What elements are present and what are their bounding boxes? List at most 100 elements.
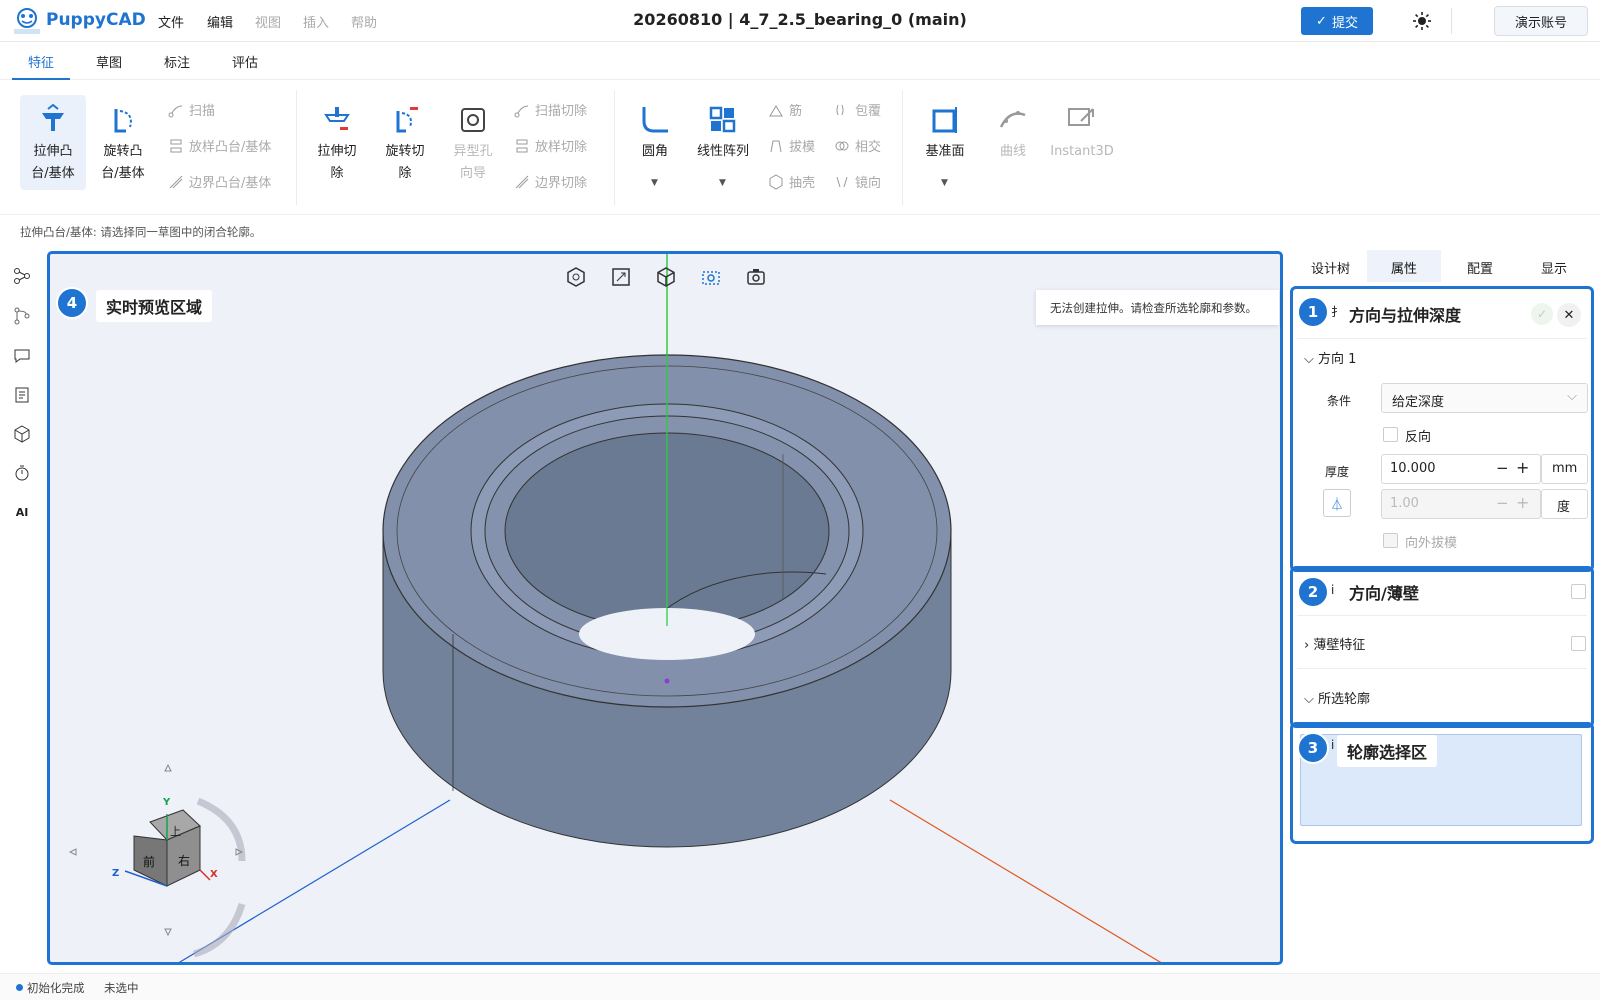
curve-button[interactable]: 曲线 [980,103,1046,163]
cube-icon[interactable] [12,424,32,444]
direction1-toggle[interactable]: ⌵ 方向 1 [1304,348,1356,367]
increment-icon[interactable]: + [1516,493,1529,512]
sweep-button[interactable]: 扫描 [168,100,215,119]
x-axis-line [889,799,1162,962]
linear-pattern-icon [709,106,736,133]
draft-outward-checkbox[interactable] [1383,533,1398,548]
tab-design-tree[interactable]: 设计树 [1311,258,1350,277]
boundary-cut-label: 边界切除 [535,176,588,191]
view-cube-right-label[interactable]: 右 [178,852,190,869]
tab-features[interactable]: 特征 [28,52,54,71]
ref-plane-dropdown-icon[interactable]: ▼ [941,178,948,188]
hole-wizard-button[interactable]: 异型孔 向导 [440,103,506,185]
loft-boss-button[interactable]: 放样凸台/基体 [168,136,271,155]
menu-help[interactable]: 帮助 [351,12,377,31]
submit-label: 提交 [1331,15,1358,31]
account-button[interactable]: 演示账号 [1494,6,1588,36]
instant3d-button[interactable]: Instant3D [1046,103,1118,163]
view-cube-front-label[interactable]: 前 [143,853,155,870]
app-logo [14,8,40,34]
depth-input[interactable]: 10.000 − + [1381,454,1541,484]
increment-icon[interactable]: + [1516,458,1529,477]
view-cube-top-label[interactable]: 上 [170,823,181,839]
tab-configuration[interactable]: 配置 [1467,258,1493,277]
menu-file[interactable]: 文件 [158,12,184,31]
draft-label: 拔模 [789,140,816,155]
loft-cut-button[interactable]: 放样切除 [514,136,587,155]
chevron-down-icon: ⌵ [1304,692,1314,707]
draft-toggle-button[interactable]: ⏃ [1323,489,1351,517]
intersect-button[interactable]: 相交 [834,136,881,155]
thin-feature-checkbox[interactable] [1571,636,1586,651]
fillet-button[interactable]: 圆角 [622,103,688,163]
sweep-cut-button[interactable]: 扫描切除 [514,100,587,119]
decrement-icon[interactable]: − [1496,459,1509,477]
tab-annotation[interactable]: 标注 [164,52,190,71]
theme-toggle-icon[interactable] [1412,11,1432,31]
shell-icon [769,173,783,190]
reverse-checkbox[interactable] [1383,427,1398,442]
rib-button[interactable]: 筋 [768,100,802,119]
mirror-button[interactable]: 镜向 [834,172,881,191]
tab-properties[interactable]: 属性 [1367,250,1441,282]
sweep-label: 扫描 [189,104,216,119]
viewport[interactable]: 上 前 右 Y Z X 4 实时预览区域 [47,251,1283,965]
callout-badge-1: 1 [1297,296,1329,328]
feature-tree-icon[interactable] [12,266,32,286]
menu-view[interactable]: 视图 [255,12,281,31]
ai-button[interactable]: AI [12,502,32,522]
extrude-boss-icon [42,103,64,131]
model-canvas[interactable] [50,254,1283,965]
ribbon-divider [614,90,615,205]
comment-icon[interactable] [12,346,32,366]
tab-sketch[interactable]: 草图 [96,52,122,71]
ref-plane-button[interactable]: 基准面 [912,103,978,163]
fillet-dropdown-icon[interactable]: ▼ [651,178,658,188]
extrude-boss-label-2: 台/基体 [31,166,75,181]
extrude-cut-button[interactable]: 拉伸切 除 [304,103,370,185]
tab-evaluate[interactable]: 评估 [232,52,258,71]
submit-button[interactable]: ✓ 提交 [1301,7,1373,35]
menu-insert[interactable]: 插入 [303,12,329,31]
linear-pattern-button[interactable]: 线性阵列 [690,103,756,163]
condition-value: 给定深度 [1392,395,1445,410]
close-button[interactable]: ✕ [1557,303,1581,327]
condition-select[interactable]: 给定深度 ⌵ [1381,383,1588,413]
screenshot-icon[interactable] [745,266,767,288]
confirm-button[interactable]: ✓ [1531,303,1553,325]
extrude-boss-button[interactable]: 拉伸凸 台/基体 [20,95,86,190]
branch-icon[interactable] [12,306,32,326]
draft-icon: ⏃ [1330,497,1344,513]
view-orientation-icon[interactable] [565,266,587,288]
timer-icon[interactable] [12,463,32,483]
ribbon-divider [902,90,903,205]
sweep-icon [168,105,183,117]
view-cube[interactable] [68,763,246,958]
zoom-fit-icon[interactable] [610,266,632,288]
bearing-model[interactable] [382,254,952,848]
draft-button[interactable]: 拔模 [768,136,815,155]
wrap-button[interactable]: 包覆 [834,100,881,119]
sweep-cut-label: 扫描切除 [535,104,588,119]
shell-button[interactable]: 抽壳 [768,172,815,191]
linear-pattern-dropdown-icon[interactable]: ▼ [719,178,726,188]
direction2-checkbox[interactable] [1571,584,1586,599]
tab-display[interactable]: 显示 [1541,258,1567,277]
decrement-icon[interactable]: − [1496,494,1509,512]
draft-angle-input[interactable]: 1.00 − + [1381,489,1541,519]
revolve-cut-button[interactable]: 旋转切 除 [372,103,438,185]
boundary-boss-icon [169,175,183,188]
menu-edit[interactable]: 编辑 [207,12,233,31]
revolve-boss-button[interactable]: 旋转凸 台/基体 [90,103,156,185]
boundary-boss-button[interactable]: 边界凸台/基体 [168,172,271,191]
sweep-cut-icon [514,105,529,117]
section-view-icon[interactable] [700,266,722,288]
curve-label: 曲线 [999,144,1026,159]
boundary-boss-label: 边界凸台/基体 [189,176,272,191]
selected-contours-toggle[interactable]: ⌵ 所选轮廓 [1304,688,1370,707]
hole-wizard-label-2: 向导 [459,166,486,181]
display-style-icon[interactable] [655,266,677,288]
boundary-cut-button[interactable]: 边界切除 [514,172,587,191]
document-icon[interactable] [12,385,32,405]
thin-feature-toggle[interactable]: › 薄壁特征 [1304,634,1365,653]
